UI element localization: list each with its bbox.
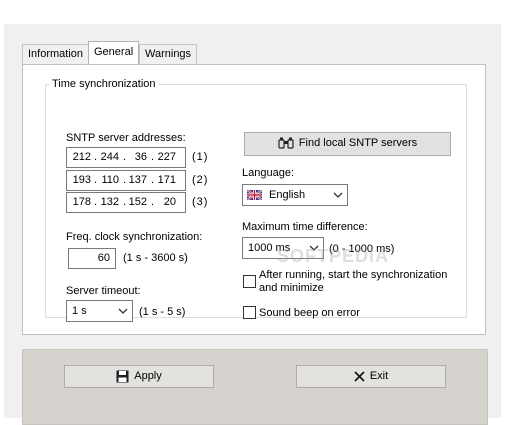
ip-dot: .	[94, 174, 98, 186]
language-value: English	[269, 189, 306, 201]
server-index-2: (2)	[192, 174, 209, 186]
sntp-server-1-field[interactable]: 212 . 244 . 36 . 227	[66, 147, 186, 168]
freq-sync-input[interactable]: 60	[68, 248, 116, 269]
sound-beep-checkbox[interactable]	[243, 306, 256, 319]
ip-octet: 132	[100, 196, 119, 208]
ip-octet: 244	[100, 151, 119, 163]
apply-button[interactable]: Apply	[64, 365, 214, 388]
settings-window: Information General Warnings Time synchr…	[4, 24, 501, 425]
save-disk-icon	[116, 370, 129, 382]
max-time-difference-select[interactable]: 1000 ms	[242, 237, 324, 259]
server-timeout-select[interactable]: 1 s	[66, 300, 133, 322]
tab-general[interactable]: General	[88, 41, 140, 64]
ip-dot: .	[151, 151, 155, 163]
ip-dot: .	[151, 196, 155, 208]
close-icon	[354, 370, 365, 382]
ip-dot: .	[94, 151, 98, 163]
chevron-down-icon	[333, 192, 343, 198]
ip-octet: 137	[128, 174, 147, 186]
ip-dot: .	[94, 196, 98, 208]
sound-beep-label: Sound beep on error	[259, 307, 360, 319]
ip-octet: 227	[157, 151, 176, 163]
freq-sync-label: Freq. clock synchronization:	[66, 231, 203, 243]
ip-octet: 152	[128, 196, 147, 208]
bottom-button-bar: Apply Exit	[22, 349, 488, 425]
find-local-sntp-servers-button[interactable]: Find local SNTP servers	[244, 132, 451, 156]
apply-button-label: Apply	[134, 370, 162, 382]
group-title: Time synchronization	[50, 77, 158, 91]
server-index-1: (1)	[192, 151, 209, 163]
general-tab-panel: Time synchronization SNTP server address…	[22, 64, 486, 335]
after-running-label: After running, start the synchronization…	[259, 269, 448, 294]
language-select[interactable]: English	[242, 184, 348, 206]
max-time-difference-label: Maximum time difference:	[242, 221, 368, 233]
tab-warnings[interactable]: Warnings	[139, 44, 198, 64]
server-timeout-label: Server timeout:	[66, 285, 141, 297]
binoculars-icon	[278, 137, 294, 149]
after-running-checkbox[interactable]	[243, 275, 256, 288]
ip-dot: .	[151, 174, 155, 186]
ip-octet: 212	[72, 151, 91, 163]
chevron-down-icon	[309, 245, 319, 251]
exit-button-label: Exit	[369, 370, 389, 382]
max-time-difference-range: (0 - 1000 ms)	[329, 243, 395, 255]
server-index-3: (3)	[192, 196, 209, 208]
sntp-server-2-field[interactable]: 193 . 110 . 137 . 171	[66, 170, 186, 191]
freq-sync-range: (1 s - 3600 s)	[123, 252, 188, 264]
uk-flag-icon	[247, 190, 262, 200]
ip-octet: 178	[72, 196, 91, 208]
tab-information[interactable]: Information	[22, 44, 90, 64]
sntp-server-3-field[interactable]: 178 . 132 . 152 . 20	[66, 192, 186, 213]
language-label: Language:	[242, 167, 294, 179]
exit-button[interactable]: Exit	[296, 365, 446, 388]
sntp-servers-label: SNTP server addresses:	[66, 132, 186, 144]
ip-octet: 20	[163, 196, 176, 208]
max-time-difference-value: 1000 ms	[248, 242, 291, 254]
ip-octet: 193	[72, 174, 91, 186]
server-timeout-range: (1 s - 5 s)	[139, 306, 186, 318]
chevron-down-icon	[118, 308, 128, 314]
find-button-label: Find local SNTP servers	[298, 137, 418, 149]
ip-octet: 171	[157, 174, 176, 186]
server-timeout-value: 1 s	[72, 305, 87, 317]
ip-octet: 110	[101, 174, 119, 186]
ip-octet: 36	[134, 151, 147, 163]
